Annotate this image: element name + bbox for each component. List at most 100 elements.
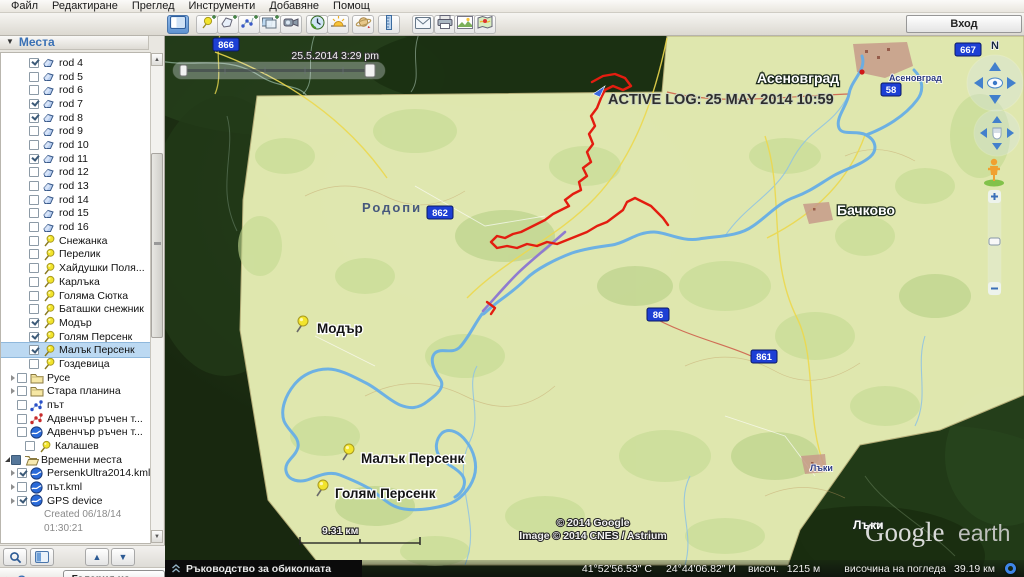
- checkbox[interactable]: [17, 400, 27, 411]
- tree-item-модър[interactable]: Модър: [1, 316, 150, 330]
- tree-item-голяма-сютка[interactable]: Голяма Сютка: [1, 289, 150, 303]
- email-button[interactable]: [412, 15, 434, 34]
- tree-item-rod-6[interactable]: rod 6: [1, 83, 150, 97]
- tree-item-перелик[interactable]: Перелик: [1, 248, 150, 262]
- checkbox[interactable]: [29, 317, 39, 328]
- checkbox[interactable]: [11, 454, 21, 465]
- checkbox[interactable]: [29, 85, 39, 96]
- tree-item-път-kml[interactable]: път.kml: [1, 480, 150, 494]
- scroll-down-button[interactable]: ▼: [151, 530, 163, 543]
- checkbox[interactable]: [29, 98, 39, 109]
- tree-item-малък-персенк[interactable]: Малък Персенк: [1, 342, 150, 359]
- checkbox[interactable]: [29, 331, 39, 342]
- tree-item-gps-device[interactable]: GPS device: [1, 494, 150, 508]
- search-places-button[interactable]: [3, 548, 27, 566]
- menu-2[interactable]: Преглед: [125, 0, 182, 13]
- tree-item-адвенчър-ръчен-т-[interactable]: Адвенчър ръчен т...: [1, 426, 150, 440]
- tree-item-rod-4[interactable]: rod 4: [1, 56, 150, 70]
- zoom-in-button[interactable]: [988, 190, 1001, 203]
- checkbox[interactable]: [29, 167, 39, 178]
- scroll-thumb[interactable]: [151, 153, 163, 338]
- tree-item-rod-7[interactable]: rod 7: [1, 97, 150, 111]
- tree-item-снежанка[interactable]: Снежанка: [1, 234, 150, 248]
- tree-item-rod-15[interactable]: rod 15: [1, 207, 150, 221]
- checkbox[interactable]: [25, 441, 35, 452]
- add-path-button[interactable]: [238, 15, 260, 34]
- tree-item-гоздевица[interactable]: Гоздевица: [1, 357, 150, 371]
- checkbox[interactable]: [17, 427, 27, 438]
- checkbox[interactable]: [29, 222, 39, 233]
- tree-item-rod-5[interactable]: rod 5: [1, 70, 150, 84]
- checkbox[interactable]: [29, 276, 39, 287]
- historical-imagery-button[interactable]: [306, 15, 328, 34]
- checkbox[interactable]: [29, 71, 39, 82]
- look-joystick[interactable]: [966, 54, 1024, 112]
- print-button[interactable]: [434, 15, 456, 34]
- expander-collapsed-icon[interactable]: [9, 374, 17, 381]
- map-viewport[interactable]: 866 667 58 862 86 861 Родопи ACTIVE LOG: 25 MA…: [165, 36, 1024, 577]
- tree-item-временни-места[interactable]: Временни места: [1, 453, 150, 467]
- tree-item-хайдушки-поля-[interactable]: Хайдушки Поля...: [1, 261, 150, 275]
- tree-item-карлъка[interactable]: Карлъка: [1, 275, 150, 289]
- login-button[interactable]: Вход: [906, 15, 1022, 33]
- tree-item-адвенчър-ръчен-т-[interactable]: Адвенчър ръчен т...: [1, 412, 150, 426]
- checkbox[interactable]: [17, 386, 27, 397]
- expander-collapsed-icon[interactable]: [9, 484, 17, 491]
- tree-item-rod-14[interactable]: rod 14: [1, 193, 150, 207]
- checkbox[interactable]: [29, 126, 39, 137]
- save-image-button[interactable]: [454, 15, 476, 34]
- tree-item-стара-планина[interactable]: Стара планина: [1, 385, 150, 399]
- view-in-maps-button[interactable]: [474, 15, 496, 34]
- checkbox[interactable]: [29, 153, 39, 164]
- places-scrollbar[interactable]: ▲ ▼: [150, 53, 163, 543]
- tree-item-rod-11[interactable]: rod 11: [1, 152, 150, 166]
- tree-item-rod-13[interactable]: rod 13: [1, 179, 150, 193]
- tour-guide-bar[interactable]: Ръководство за обиколката: [165, 560, 362, 577]
- move-up-button[interactable]: ▲: [85, 548, 109, 566]
- menu-5[interactable]: Помощ: [326, 0, 377, 13]
- checkbox[interactable]: [29, 208, 39, 219]
- tree-item-русе[interactable]: Русе: [1, 371, 150, 385]
- move-joystick[interactable]: [973, 109, 1021, 157]
- checkbox[interactable]: [17, 468, 27, 479]
- menu-0[interactable]: Файл: [4, 0, 45, 13]
- expander-collapsed-icon[interactable]: [9, 388, 17, 395]
- checkbox[interactable]: [29, 263, 39, 274]
- tree-item-баташки-снежник[interactable]: Баташки снежник: [1, 302, 150, 316]
- checkbox[interactable]: [29, 358, 39, 369]
- checkbox[interactable]: [29, 194, 39, 205]
- checkbox[interactable]: [17, 495, 27, 506]
- menu-3[interactable]: Инструменти: [181, 0, 262, 13]
- checkbox[interactable]: [29, 139, 39, 150]
- earth-gallery-button[interactable]: Галерия на Earth »: [62, 570, 165, 577]
- checkbox[interactable]: [29, 304, 39, 315]
- time-slider-handle-right[interactable]: [364, 63, 376, 78]
- checkbox[interactable]: [29, 290, 39, 301]
- tree-item-rod-16[interactable]: rod 16: [1, 220, 150, 234]
- checkbox[interactable]: [17, 482, 27, 493]
- tree-item-persenkultra2014-kml[interactable]: PersenkUltra2014.kml: [1, 467, 150, 481]
- zoom-out-button[interactable]: [988, 282, 1001, 295]
- menu-1[interactable]: Редактиране: [45, 0, 125, 13]
- tree-item-голям-персенк[interactable]: Голям Персенк: [1, 330, 150, 344]
- ruler-button[interactable]: [378, 14, 400, 34]
- add-polygon-button[interactable]: [217, 15, 239, 34]
- tree-item-rod-12[interactable]: rod 12: [1, 166, 150, 180]
- layers-panel-header[interactable]: ▶ Слоев Галерия на Earth »: [0, 567, 165, 577]
- toggle-sidebar-button[interactable]: [167, 15, 189, 34]
- checkbox[interactable]: [29, 57, 39, 68]
- show-panel-button[interactable]: [30, 548, 54, 566]
- checkbox[interactable]: [29, 249, 39, 260]
- tree-item-rod-8[interactable]: rod 8: [1, 111, 150, 125]
- menu-4[interactable]: Добавяне: [262, 0, 326, 13]
- tree-item-rod-10[interactable]: rod 10: [1, 138, 150, 152]
- checkbox[interactable]: [29, 181, 39, 192]
- record-tour-button[interactable]: [280, 15, 302, 34]
- checkbox[interactable]: [29, 235, 39, 246]
- tree-item-път[interactable]: път: [1, 398, 150, 412]
- add-placemark-button[interactable]: [196, 15, 218, 34]
- sunlight-button[interactable]: [327, 15, 349, 34]
- planets-button[interactable]: [352, 15, 374, 34]
- tree-item-калашев[interactable]: Калашев: [1, 439, 150, 453]
- scroll-up-button[interactable]: ▲: [151, 53, 163, 66]
